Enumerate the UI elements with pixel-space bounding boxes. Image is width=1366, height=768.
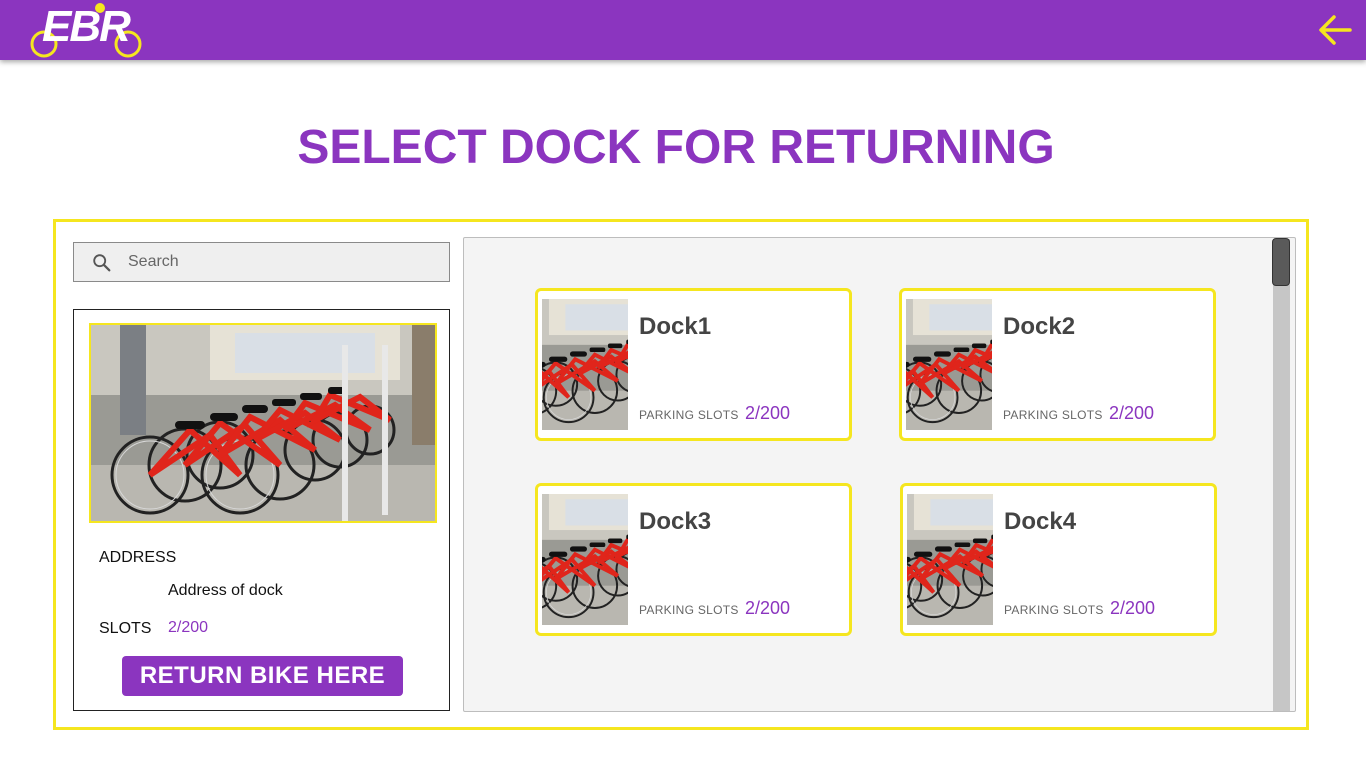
dock-card[interactable]: Dock1 PARKING SLOTS 2/200 [535,288,852,441]
dock-name: Dock4 [1004,508,1077,535]
parking-slots-label: PARKING SLOTS [1003,408,1103,422]
return-bike-button[interactable]: RETURN BIKE HERE [122,656,403,696]
parking-slots-value: 2/200 [745,403,791,423]
logo-text: EBR [42,2,131,51]
scrollbar-track[interactable] [1273,239,1290,711]
parking-slots-value: 2/200 [745,598,791,618]
ebr-logo[interactable]: EBR [26,0,146,60]
search-icon [93,254,111,272]
search-box[interactable] [73,242,450,282]
dock-thumbnail [542,494,628,625]
dock-thumbnail [542,299,628,430]
page-title: SELECT DOCK FOR RETURNING [297,121,1055,174]
search-input[interactable] [128,249,438,275]
dock-card[interactable]: Dock4 PARKING SLOTS 2/200 [900,483,1217,636]
dock-thumbnail [906,299,992,430]
dock-card[interactable]: Dock3 PARKING SLOTS 2/200 [535,483,852,636]
top-app-bar: EBR [0,0,1366,60]
parking-slots-label: PARKING SLOTS [639,408,739,422]
slots-value: 2/200 [168,619,209,636]
slots-label: SLOTS [99,620,152,637]
scrollbar-thumb[interactable] [1272,238,1290,286]
parking-slots-value: 2/200 [1110,598,1156,618]
dock-card[interactable]: Dock2 PARKING SLOTS 2/200 [899,288,1216,441]
dock-name: Dock2 [1003,313,1076,340]
parking-slots-label: PARKING SLOTS [639,603,739,617]
dock-name: Dock1 [639,313,712,340]
dock-name: Dock3 [639,508,712,535]
arrow-left-icon [1319,15,1352,45]
address-value: Address of dock [168,582,283,599]
back-button[interactable] [1316,12,1354,48]
dock-photo [89,323,437,523]
dock-thumbnail [907,494,993,625]
parking-slots-value: 2/200 [1109,403,1155,423]
dock-detail-panel: ADDRESS Address of dock SLOTS 2/200 RETU… [73,309,450,711]
parking-slots-label: PARKING SLOTS [1004,603,1104,617]
address-label: ADDRESS [99,549,177,566]
